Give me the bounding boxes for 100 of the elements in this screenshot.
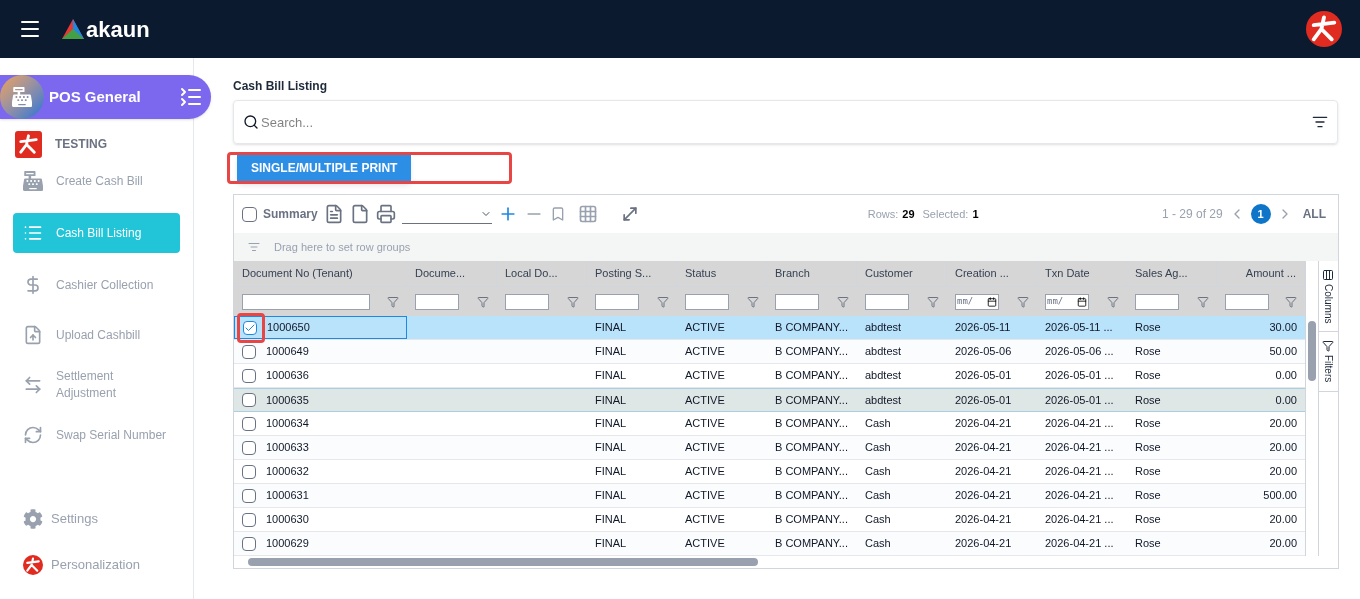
filter-field[interactable] (505, 293, 549, 310)
filter-icon[interactable] (387, 295, 399, 308)
list-icon (23, 223, 43, 243)
filter-field[interactable] (685, 293, 729, 310)
filter-icon[interactable] (1285, 295, 1297, 308)
table-row[interactable]: 1000650 FINAL ACTIVE B COMPANY... abdtest 2026-05-11 2026-05-11 ... Rose 30.00 (234, 316, 1305, 340)
table-cell-text: Rose (1135, 464, 1161, 480)
table-row[interactable]: 1000633 FINAL ACTIVE B COMPANY... Cash 2026-04-21 2026-04-21 ... Rose 20.00 (234, 436, 1305, 460)
row-checkbox[interactable] (242, 440, 256, 455)
filter-icon[interactable] (1107, 295, 1119, 308)
table-cell-text: 1000633 (266, 440, 309, 456)
page-button[interactable]: 1 (1250, 204, 1271, 224)
filter-field[interactable] (242, 293, 370, 310)
filter-field[interactable] (595, 293, 639, 310)
print-icon[interactable] (375, 204, 396, 224)
table-cell-text: 2026-05-11 (955, 320, 1011, 336)
swap-arrows-icon (23, 375, 43, 395)
table-cell-text: Rose (1135, 392, 1161, 408)
table-cell-text: 2026-04-21 ... (1045, 440, 1114, 456)
tenant-name: TESTING (55, 136, 107, 153)
table-cell-text: 1000631 (266, 488, 309, 504)
filter-icon[interactable] (567, 295, 579, 308)
table-cell-text: 2026-05-01 (955, 368, 1012, 384)
row-checkbox[interactable] (242, 393, 256, 407)
row-checkbox[interactable] (242, 344, 256, 359)
table-cell-text: B COMPANY... (775, 392, 848, 408)
page-title: Cash Bill Listing (233, 78, 328, 95)
table-cell-text: ACTIVE (685, 320, 725, 336)
table-row[interactable]: 1000631 FINAL ACTIVE B COMPANY... Cash 2026-04-21 2026-04-21 ... Rose 500.00 (234, 484, 1305, 508)
table-cell-text: 2026-04-21 (955, 440, 1012, 456)
table-row[interactable]: 1000635 FINAL ACTIVE B COMPANY... abdtest 2026-05-01 2026-05-01 ... Rose 0.00 (234, 388, 1305, 412)
side-panel-tab[interactable]: Columns (1318, 261, 1338, 333)
table-cell-text: Cash (865, 536, 891, 552)
filter-icon[interactable] (1197, 295, 1209, 308)
table-cell-text: 2026-05-06 (955, 344, 1012, 360)
table-cell-text: 20.00 (1269, 440, 1297, 456)
table-cell-text: abdtest (865, 368, 902, 384)
table-cell-text: 1000636 (266, 368, 309, 384)
table-cell-text: ACTIVE (685, 464, 725, 480)
rows-label: Rows: (867, 206, 899, 222)
columns-icon (1322, 269, 1335, 281)
table-cell-text: 2026-04-21 ... (1045, 512, 1114, 528)
filter-field[interactable] (1135, 293, 1179, 310)
table-cell-text: abdtest (865, 320, 902, 336)
table-cell-text: B COMPANY... (775, 320, 848, 336)
row-checkbox[interactable] (242, 464, 256, 479)
all-pages-button[interactable]: ALL (1298, 205, 1330, 223)
side-panel-tab[interactable]: Filters (1318, 332, 1338, 392)
table-cell-text: B COMPANY... (775, 464, 848, 480)
table-row[interactable]: 1000649 FINAL ACTIVE B COMPANY... abdtest 2026-05-06 2026-05-06 ... Rose 50.00 (234, 340, 1305, 364)
search-field[interactable]: Search... (233, 100, 1338, 144)
table-cell-text: Rose (1135, 368, 1161, 384)
filter-field[interactable] (865, 293, 909, 310)
filter-field[interactable] (415, 293, 459, 310)
row-checkbox[interactable] (242, 536, 256, 551)
filter-icon[interactable] (477, 295, 489, 308)
selected-label: Selected: (922, 206, 969, 222)
table-cell-text: B COMPANY... (775, 416, 848, 432)
filter-icon[interactable] (747, 295, 759, 308)
filter-icon[interactable] (927, 295, 939, 308)
calendar-icon[interactable] (1077, 296, 1087, 307)
table-cell-text: 1000635 (266, 392, 309, 408)
table-cell-text: Cash (865, 464, 891, 480)
search-icon (243, 114, 259, 130)
table-cell-text: Cash (865, 416, 891, 432)
row-checkbox[interactable] (242, 488, 256, 503)
calendar-icon[interactable] (987, 296, 997, 307)
table-cell-text: ACTIVE (685, 416, 725, 432)
table-cell-text: 2026-04-21 ... (1045, 536, 1114, 552)
selected-count: 1 (972, 206, 979, 222)
rows-count: 29 (902, 206, 915, 222)
table-cell-text: FINAL (595, 320, 627, 336)
date-filter-field[interactable]: mm/ (1045, 293, 1089, 310)
filter-list-icon[interactable] (1312, 114, 1328, 130)
filter-field[interactable] (775, 293, 819, 310)
summary-checkbox[interactable] (242, 206, 257, 222)
table-cell-text: 2026-05-06 ... (1045, 344, 1114, 360)
filter-icon[interactable] (657, 295, 669, 308)
table-cell-text: Rose (1135, 536, 1161, 552)
logo-icon (15, 130, 42, 158)
table-cell-text: 2026-04-21 ... (1045, 416, 1114, 432)
filter-icon[interactable] (837, 295, 849, 308)
table-cell-text: Cash (865, 488, 891, 504)
row-checkbox[interactable] (242, 368, 256, 383)
collapse-menu-icon[interactable] (179, 85, 203, 109)
table-cell-text: abdtest (865, 392, 902, 408)
table-cell-text: Rose (1135, 320, 1161, 336)
row-checkbox[interactable] (242, 512, 256, 527)
row-checkbox[interactable] (243, 320, 257, 335)
filter-icon[interactable] (1017, 295, 1029, 308)
table-cell-text: 1000650 (267, 320, 310, 336)
filter-field[interactable] (1225, 293, 1269, 310)
row-checkbox[interactable] (242, 416, 256, 431)
grid-icon[interactable] (577, 204, 598, 224)
table-cell-text: FINAL (595, 416, 627, 432)
date-filter-field[interactable]: mm/ (955, 293, 999, 310)
table-cell-text: FINAL (595, 464, 627, 480)
table-cell-text: Rose (1135, 416, 1161, 432)
table-row[interactable]: 1000629 FINAL ACTIVE B COMPANY... Cash 2026-04-21 2026-04-21 ... Rose 20.00 (234, 532, 1305, 556)
app-title: POS General (49, 86, 141, 107)
